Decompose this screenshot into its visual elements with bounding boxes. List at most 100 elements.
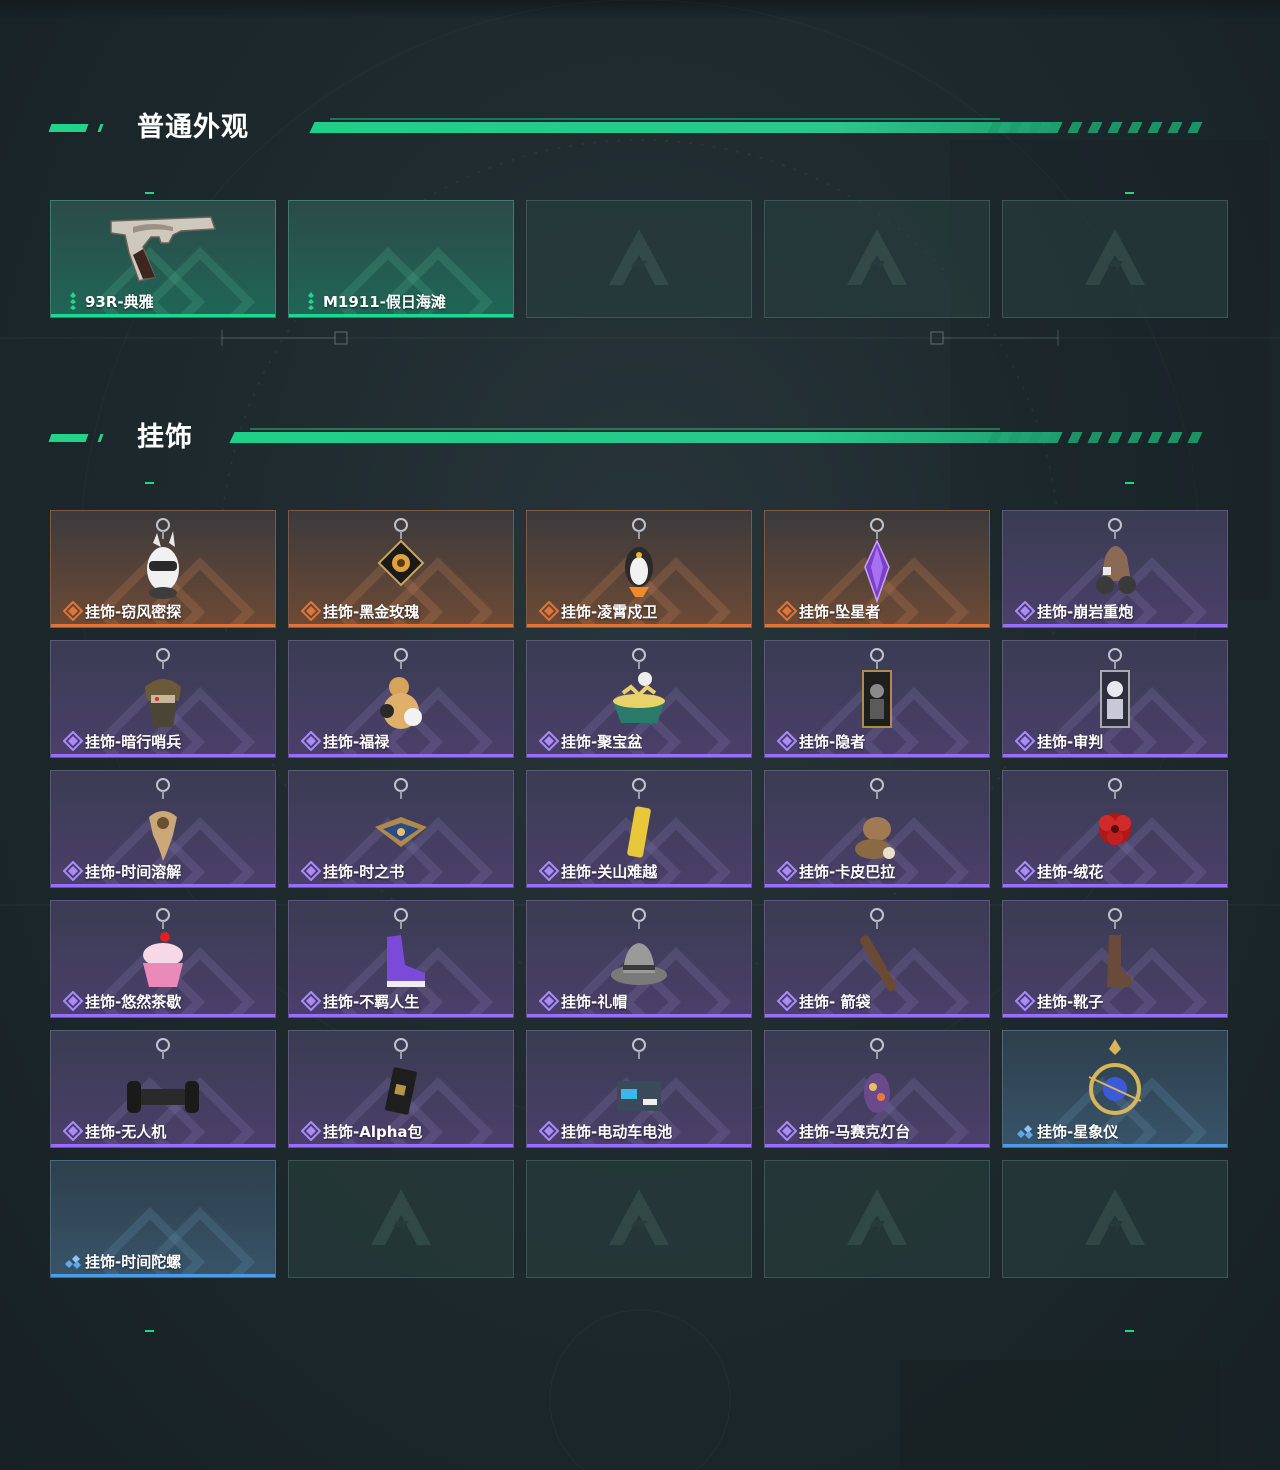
purple-rarity-icon	[776, 860, 798, 882]
item-card[interactable]: 挂饰- 箭袋	[764, 900, 990, 1018]
gold-bar-charm-icon	[599, 777, 679, 871]
rarity-bar	[51, 884, 275, 887]
rarity-bar	[765, 754, 989, 757]
rarity-bar	[1003, 754, 1227, 757]
item-label: 挂饰-卡皮巴拉	[799, 863, 896, 881]
logo-icon	[845, 227, 909, 291]
item-card[interactable]: 挂饰-无人机	[50, 1030, 276, 1148]
cupcake-charm-icon	[123, 907, 203, 1001]
item-label: 挂饰-坠星者	[799, 603, 881, 621]
gold-rarity-icon	[538, 600, 560, 622]
item-label: 挂饰-电动车电池	[561, 1123, 673, 1141]
purple-rarity-icon	[776, 990, 798, 1012]
rarity-bar	[527, 1014, 751, 1017]
empty-slot	[1002, 1160, 1228, 1278]
rarity-bar	[289, 1014, 513, 1017]
item-card[interactable]: 挂饰-凌霄戍卫	[526, 510, 752, 628]
header-accent-line-thin	[330, 118, 1000, 120]
rarity-bar	[765, 1144, 989, 1147]
rarity-bar	[527, 754, 751, 757]
logo-icon	[1083, 1187, 1147, 1251]
item-card[interactable]: 挂饰-坠星者	[764, 510, 990, 628]
item-card[interactable]: 93R-典雅	[50, 200, 276, 318]
item-label: 挂饰-隐者	[799, 733, 866, 751]
item-label: 挂饰-黑金玫瑰	[323, 603, 420, 621]
charms-grid: 挂饰-窃风密探 挂饰-黑金玫瑰 挂饰-凌霄戍卫 挂饰-坠星者 挂饰-崩岩重炮挂饰-暗行哨…	[50, 510, 1230, 1280]
crystal-charm-icon	[837, 517, 917, 611]
purple-rarity-icon	[300, 730, 322, 752]
header-dash	[97, 434, 104, 442]
rarity-bar	[51, 1144, 275, 1147]
item-card[interactable]: 挂饰-隐者	[764, 640, 990, 758]
item-card[interactable]: 挂饰-不羁人生	[288, 900, 514, 1018]
item-card[interactable]: 挂饰-卡皮巴拉	[764, 770, 990, 888]
item-label: 挂饰-时间陀螺	[85, 1253, 182, 1271]
item-card[interactable]: 挂饰-马赛克灯台	[764, 1030, 990, 1148]
rarity-bar	[51, 754, 275, 757]
purple-rarity-icon	[776, 1120, 798, 1142]
gold-rarity-icon	[62, 600, 84, 622]
rarity-bar	[289, 884, 513, 887]
item-label: 挂饰-Alpha包	[323, 1123, 423, 1141]
logo-icon	[369, 1187, 433, 1251]
green-rarity-icon	[63, 291, 83, 311]
logo-icon	[845, 1187, 909, 1251]
item-card[interactable]: 挂饰-绒花	[1002, 770, 1228, 888]
charms-section-header: 挂饰	[0, 420, 1280, 460]
hat-charm-icon	[599, 907, 679, 1001]
section-tick	[145, 192, 154, 194]
item-card[interactable]: 挂饰-黑金玫瑰	[288, 510, 514, 628]
item-card[interactable]: 挂饰-Alpha包	[288, 1030, 514, 1148]
blue-rarity-icon	[1015, 1121, 1035, 1141]
item-card[interactable]: 挂饰-聚宝盆	[526, 640, 752, 758]
header-accent-line	[229, 432, 1063, 443]
rarity-bar	[289, 754, 513, 757]
blue-rarity-icon	[63, 1251, 83, 1271]
item-label: M1911-假日海滩	[323, 293, 446, 311]
item-card[interactable]: 挂饰-福禄	[288, 640, 514, 758]
rarity-bar	[289, 624, 513, 627]
item-label: 挂饰-关山难越	[561, 863, 658, 881]
rarity-bar	[765, 1014, 989, 1017]
red-flower-charm-icon	[1075, 777, 1155, 871]
astrolabe-charm-icon	[1075, 1037, 1155, 1131]
header-checker-pattern	[987, 122, 1203, 133]
rarity-bar	[51, 1274, 275, 1277]
item-card[interactable]: M1911-假日海滩	[288, 200, 514, 318]
item-card[interactable]: 挂饰-窃风密探	[50, 510, 276, 628]
item-card[interactable]: 挂饰-时间陀螺	[50, 1160, 276, 1278]
item-card[interactable]: 挂饰-崩岩重炮	[1002, 510, 1228, 628]
item-label: 挂饰-审判	[1037, 733, 1104, 751]
item-card[interactable]: 挂饰-关山难越	[526, 770, 752, 888]
item-card[interactable]: 挂饰-暗行哨兵	[50, 640, 276, 758]
rarity-bar	[1003, 1014, 1227, 1017]
purple-rarity-icon	[538, 1120, 560, 1142]
bag-charm-icon	[361, 1037, 441, 1131]
purple-rarity-icon	[300, 860, 322, 882]
skins-section-header: 普通外观	[0, 110, 1280, 150]
rarity-bar	[527, 624, 751, 627]
lamp-charm-icon	[837, 1037, 917, 1131]
rarity-bar	[527, 884, 751, 887]
item-card[interactable]: 挂饰-靴子	[1002, 900, 1228, 1018]
item-card[interactable]: 挂饰-电动车电池	[526, 1030, 752, 1148]
item-card[interactable]: 挂饰-悠然茶歇	[50, 900, 276, 1018]
item-label: 挂饰-礼帽	[561, 993, 628, 1011]
section-tick	[1125, 192, 1134, 194]
skins-grid: 93R-典雅 M1911-假日海滩	[50, 200, 1230, 320]
item-card[interactable]: 挂饰-审判	[1002, 640, 1228, 758]
item-card[interactable]: 挂饰-时之书	[288, 770, 514, 888]
item-label: 93R-典雅	[85, 293, 154, 311]
item-card[interactable]: 挂饰-星象仪	[1002, 1030, 1228, 1148]
item-label: 挂饰-时间溶解	[85, 863, 182, 881]
rarity-bar	[51, 624, 275, 627]
item-card[interactable]: 挂饰-礼帽	[526, 900, 752, 1018]
item-label: 挂饰-崩岩重炮	[1037, 603, 1134, 621]
item-card[interactable]: 挂饰-时间溶解	[50, 770, 276, 888]
pistol-icon	[103, 207, 223, 291]
logo-icon	[607, 1187, 671, 1251]
item-label: 挂饰-无人机	[85, 1123, 167, 1141]
empty-slot	[764, 1160, 990, 1278]
empty-slot	[526, 1160, 752, 1278]
item-label: 挂饰-不羁人生	[323, 993, 420, 1011]
